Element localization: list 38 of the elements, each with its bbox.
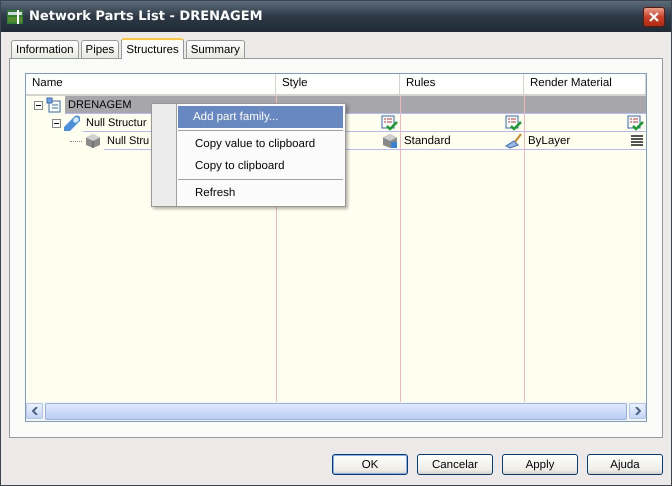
scroll-right-button[interactable] [629, 403, 646, 419]
app-icon [7, 8, 23, 24]
dialog-button[interactable]: Apply [502, 454, 578, 475]
layers-icon[interactable] [630, 134, 644, 148]
tab[interactable]: Pipes [80, 40, 120, 58]
checklist-icon[interactable] [627, 114, 644, 130]
tree-item[interactable]: Null Stru [107, 134, 150, 146]
checklist-icon[interactable] [505, 114, 522, 130]
menu-item[interactable]: Copy value to clipboard [154, 133, 343, 155]
tab[interactable]: Information [11, 40, 79, 58]
cube-icon[interactable] [382, 132, 398, 148]
tree-item[interactable]: Null Structur [86, 116, 147, 128]
scroll-left-button[interactable] [26, 403, 43, 419]
collapse-icon[interactable] [34, 100, 43, 110]
checklist-icon[interactable] [381, 114, 398, 130]
menu-item[interactable]: Add part family... [178, 106, 343, 128]
cube-icon [85, 133, 101, 149]
column-header[interactable]: Render Material [524, 74, 646, 94]
dialog-button[interactable]: OK [332, 454, 408, 475]
column-header[interactable]: Name [26, 74, 276, 94]
menu-item[interactable]: Refresh [154, 182, 343, 204]
dialog-button[interactable]: Cancelar [417, 454, 493, 475]
horizontal-scrollbar[interactable] [26, 402, 646, 421]
dialog-button[interactable]: Ajuda [587, 454, 663, 475]
tab[interactable]: Structures [121, 38, 184, 59]
column-header[interactable]: Style [276, 74, 400, 94]
scroll-thumb[interactable] [45, 403, 627, 420]
window-title: Network Parts List - DRENAGEM [29, 9, 264, 24]
cylinder-icon [64, 115, 80, 131]
menu-item[interactable]: Copy to clipboard [154, 155, 343, 177]
table-cell: Standard [404, 134, 451, 146]
table-cell: ByLayer [528, 134, 570, 146]
brush-icon[interactable] [505, 132, 522, 148]
collapse-icon[interactable] [52, 118, 61, 128]
close-icon [649, 12, 659, 22]
close-button[interactable] [643, 6, 665, 26]
column-header[interactable]: Rules [400, 74, 524, 94]
tab[interactable]: Summary [186, 40, 245, 58]
